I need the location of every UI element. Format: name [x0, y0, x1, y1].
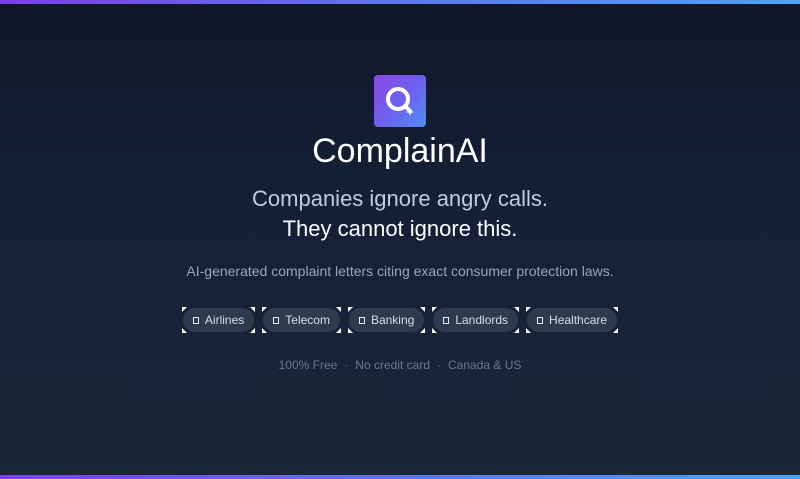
category-chip-label: Airlines	[204, 313, 245, 327]
checkbox-icon	[273, 316, 280, 324]
corner-marker	[347, 307, 353, 312]
checkbox-icon	[443, 316, 450, 324]
corner-marker	[262, 328, 268, 333]
corner-marker	[335, 328, 341, 333]
top-accent-bar	[0, 0, 800, 4]
category-chip-airlines[interactable]: Airlines	[181, 307, 256, 333]
corner-marker	[526, 307, 532, 312]
footer-item-no-credit-card: No credit card	[355, 358, 430, 372]
corner-marker	[432, 328, 438, 333]
category-chip-banking[interactable]: Banking	[347, 307, 426, 333]
category-chip-label: Telecom	[285, 313, 330, 327]
corner-marker	[432, 307, 438, 312]
corner-marker	[514, 307, 520, 312]
corner-marker	[420, 328, 426, 333]
corner-marker	[250, 307, 256, 312]
corner-marker	[250, 328, 256, 333]
checkbox-icon	[537, 316, 544, 324]
category-chip-label: Landlords	[455, 313, 509, 327]
headline-line-1: Companies ignore angry calls.	[252, 186, 548, 211]
category-chip-label: Banking	[370, 313, 415, 327]
corner-marker	[181, 328, 187, 333]
corner-marker	[262, 307, 268, 312]
category-chip-telecom[interactable]: Telecom	[262, 307, 341, 333]
app-logo	[374, 75, 426, 127]
app-title: ComplainAI	[312, 132, 488, 170]
footer-item-region: Canada & US	[448, 358, 522, 372]
category-chip-landlords[interactable]: Landlords	[432, 307, 520, 333]
bottom-accent-bar	[0, 475, 800, 479]
footer-separator: ·	[437, 358, 441, 372]
corner-marker	[181, 307, 187, 312]
corner-marker	[335, 307, 341, 312]
q-search-logo-icon	[386, 87, 414, 116]
category-chip-healthcare[interactable]: Healthcare	[526, 307, 619, 333]
corner-marker	[613, 328, 619, 333]
footer-separator: ·	[344, 358, 349, 372]
checkbox-icon	[358, 316, 365, 324]
corner-marker	[613, 307, 619, 312]
subtitle: AI-generated complaint letters citing ex…	[186, 263, 614, 279]
category-chips: Airlines Telecom Banking Landlords Healt…	[0, 307, 800, 333]
corner-marker	[420, 307, 426, 312]
corner-marker	[526, 328, 532, 333]
category-chip-label: Healthcare	[549, 313, 608, 327]
headline-line-2: They cannot ignore this.	[282, 216, 518, 241]
corner-marker	[514, 328, 520, 333]
corner-marker	[347, 328, 353, 333]
footer-item-free: 100% Free	[278, 358, 338, 372]
trust-footer: 100% Free · No credit card · Canada & US	[0, 357, 800, 373]
checkbox-icon	[192, 316, 199, 324]
